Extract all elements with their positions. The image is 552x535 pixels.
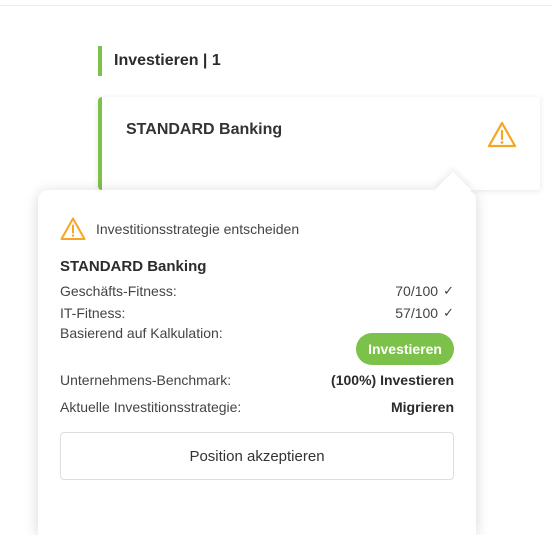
invest-badge: Investieren	[356, 333, 454, 365]
warning-triangle-icon[interactable]	[487, 121, 517, 149]
card-title: STANDARD Banking	[126, 121, 283, 138]
strategy-popover: Investitionsstrategie entscheiden STANDA…	[38, 171, 476, 535]
calculation-basis-label: Basierend auf Kalkulation:	[60, 325, 223, 341]
popover-header: Investitionsstrategie entscheiden	[60, 216, 454, 242]
business-fitness-row: Geschäfts-Fitness: 70/100 ✓	[60, 280, 454, 302]
application-card[interactable]: STANDARD Banking	[98, 97, 540, 190]
business-fitness-label: Geschäfts-Fitness:	[60, 283, 177, 299]
it-fitness-value: 57/100	[395, 305, 439, 321]
section-header-label: Investieren | 1	[114, 52, 221, 69]
accept-position-button[interactable]: Position akzeptieren	[60, 432, 454, 480]
business-fitness-value: 70/100	[395, 283, 439, 299]
popover-title: STANDARD Banking	[60, 258, 207, 275]
calculation-basis-row: Basierend auf Kalkulation: Investieren	[60, 324, 454, 365]
top-divider	[0, 0, 552, 6]
current-strategy-row: Aktuelle Investitionsstrategie: Migriere…	[60, 396, 454, 418]
checkmark-icon: ✓	[443, 305, 454, 320]
warning-triangle-icon	[60, 217, 86, 241]
popover-header-label: Investitionsstrategie entscheiden	[96, 221, 300, 237]
section-header: Investieren | 1	[98, 46, 221, 76]
benchmark-value: (100%) Investieren	[331, 372, 454, 388]
it-fitness-row: IT-Fitness: 57/100 ✓	[60, 302, 454, 324]
benchmark-row: Unternehmens-Benchmark: (100%) Investier…	[60, 369, 454, 391]
current-strategy-value: Migrieren	[390, 399, 454, 415]
current-strategy-label: Aktuelle Investitionsstrategie:	[60, 399, 242, 415]
benchmark-label: Unternehmens-Benchmark:	[60, 372, 232, 388]
it-fitness-label: IT-Fitness:	[60, 305, 126, 321]
checkmark-icon: ✓	[443, 283, 454, 298]
